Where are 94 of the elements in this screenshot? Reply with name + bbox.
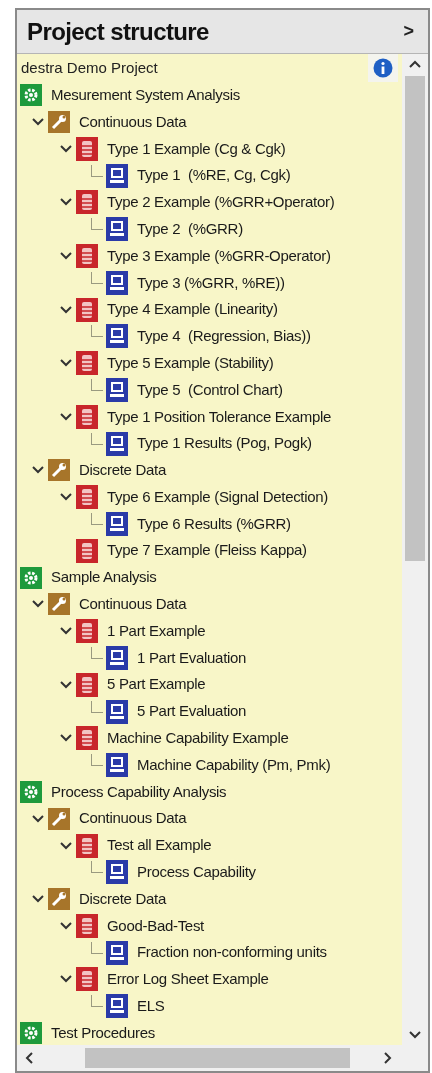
tree-item[interactable]: 1 Part Evaluation <box>17 644 402 672</box>
database-icon <box>76 913 98 938</box>
database-icon <box>76 243 98 268</box>
tree-item[interactable]: Type 1 Position Tolerance Example <box>17 403 402 431</box>
chevron-down-icon[interactable] <box>60 410 72 423</box>
panel-title: Project structure <box>27 16 209 47</box>
scroll-down-icon[interactable] <box>409 1031 421 1039</box>
scroll-right-icon[interactable] <box>384 1052 392 1064</box>
chevron-down-icon[interactable] <box>60 249 72 262</box>
monitor-icon <box>106 645 128 670</box>
wrench-icon <box>48 807 70 830</box>
wrench-icon <box>48 459 70 482</box>
chevron-down-icon[interactable] <box>60 839 72 852</box>
tree-item[interactable]: Type 5 Example (Stability) <box>17 349 402 377</box>
gear-icon <box>20 84 42 107</box>
scroll-up-icon[interactable] <box>409 60 421 68</box>
tree-item[interactable]: Type 1 (%RE, Cg, Cgk) <box>17 162 402 189</box>
info-button[interactable] <box>368 54 398 83</box>
monitor-icon <box>106 163 128 188</box>
monitor-icon <box>106 431 128 456</box>
tree-item[interactable]: Type 4 (Regression, Bias)) <box>17 322 402 350</box>
tree-item[interactable]: Continuous Data <box>17 590 402 618</box>
tree-item[interactable]: Type 3 (%GRR, %RE)) <box>17 269 402 297</box>
database-icon <box>76 726 98 751</box>
tree-item[interactable]: Sample Analysis <box>17 564 402 591</box>
monitor-icon <box>106 994 128 1019</box>
tree-item[interactable]: Discrete Data <box>17 456 402 484</box>
monitor-icon <box>106 940 128 965</box>
database-icon <box>76 833 98 858</box>
tree-item[interactable]: Continuous Data <box>17 108 402 136</box>
scrollbar-thumb[interactable] <box>405 76 425 561</box>
tree-item[interactable]: 1 Part Example <box>17 617 402 645</box>
monitor-icon <box>106 699 128 724</box>
tree-item[interactable]: Machine Capability (Pm, Pmk) <box>17 751 402 779</box>
chevron-down-icon[interactable] <box>60 303 72 316</box>
tree-item[interactable]: Type 4 Example (Linearity) <box>17 296 402 323</box>
tree-item[interactable]: Good-Bad-Test <box>17 912 402 940</box>
tree-item[interactable]: Mesurement System Analysis <box>17 81 402 109</box>
database-icon <box>76 538 98 563</box>
chevron-down-icon[interactable] <box>60 678 72 691</box>
gear-icon <box>20 780 42 803</box>
database-icon <box>76 485 98 510</box>
gear-icon <box>20 566 42 589</box>
tree-item[interactable]: Continuous Data <box>17 805 402 833</box>
tree-item[interactable]: Type 6 Results (%GRR) <box>17 510 402 538</box>
database-icon <box>76 672 98 697</box>
database-icon <box>76 297 98 322</box>
tree-item[interactable]: Process Capability Analysis <box>17 778 402 806</box>
info-icon <box>373 58 393 79</box>
tree-item[interactable]: Type 2 Example (%GRR+Operator) <box>17 189 402 216</box>
wrench-icon <box>48 111 70 133</box>
tree-item[interactable]: Type 5 (Control Chart) <box>17 376 402 404</box>
tree-item[interactable]: Type 6 Example (Signal Detection) <box>17 483 402 511</box>
tree-item[interactable]: 5 Part Evaluation <box>17 698 402 725</box>
chevron-down-icon[interactable] <box>32 812 44 825</box>
chevron-down-icon[interactable] <box>32 116 44 128</box>
tree-item[interactable]: Error Log Sheet Example <box>17 966 402 993</box>
tree-item[interactable]: ELS <box>17 992 402 1020</box>
tree-item[interactable]: Fraction non-conforming units <box>17 939 402 967</box>
tree-item[interactable]: Machine Capability Example <box>17 724 402 752</box>
tree-item[interactable]: Test Procedures <box>17 1019 402 1047</box>
gear-icon <box>20 1022 42 1045</box>
tree-item[interactable]: Test all Example <box>17 832 402 859</box>
monitor-icon <box>106 511 128 536</box>
tree-item[interactable]: Type 3 Example (%GRR-Operator) <box>17 242 402 270</box>
monitor-icon <box>106 270 128 295</box>
chevron-down-icon[interactable] <box>60 142 72 155</box>
database-icon <box>76 404 98 429</box>
scrollbar-thumb[interactable] <box>85 1048 350 1068</box>
wrench-icon <box>48 593 70 616</box>
tree-item[interactable]: Process Capability <box>17 858 402 886</box>
monitor-icon <box>106 377 128 402</box>
database-icon <box>76 136 98 161</box>
tree-item[interactable]: Type 2 (%GRR) <box>17 215 402 243</box>
chevron-down-icon[interactable] <box>60 919 72 932</box>
database-icon <box>76 619 98 644</box>
monitor-icon <box>106 217 128 242</box>
wrench-icon <box>48 888 70 911</box>
tree-root-label[interactable]: destra Demo Project <box>21 57 158 80</box>
monitor-icon <box>106 324 128 349</box>
scroll-left-icon[interactable] <box>25 1052 33 1064</box>
database-icon <box>76 967 98 992</box>
tree-item[interactable]: 5 Part Example <box>17 671 402 699</box>
monitor-icon <box>106 860 128 885</box>
tree-item[interactable]: Type 7 Example (Fleiss Kappa) <box>17 537 402 565</box>
monitor-icon <box>106 753 128 778</box>
horizontal-scrollbar[interactable] <box>17 1045 428 1071</box>
database-icon <box>76 351 98 376</box>
collapse-button[interactable]: > <box>399 18 418 45</box>
tree-item[interactable]: Type 1 Results (Pog, Pogk) <box>17 430 402 457</box>
tree-item[interactable]: Discrete Data <box>17 885 402 913</box>
database-icon <box>76 190 98 215</box>
vertical-scrollbar[interactable] <box>402 54 428 1045</box>
tree-item[interactable]: Type 1 Example (Cg & Cgk) <box>17 135 402 163</box>
